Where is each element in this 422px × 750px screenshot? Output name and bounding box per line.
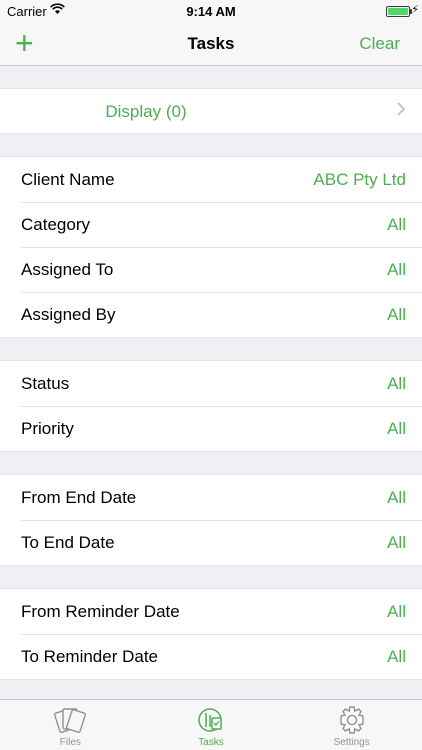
filter-row-category[interactable]: Category All <box>0 202 422 247</box>
tab-tasks[interactable]: Tasks <box>141 700 282 750</box>
filter-label: Client Name <box>21 170 115 189</box>
status-filter-group: Status All Priority All <box>0 360 422 452</box>
filter-row-assigned-by[interactable]: Assigned By All <box>0 292 422 337</box>
display-row[interactable]: Display (0) <box>0 89 422 133</box>
tab-label: Settings <box>333 737 370 748</box>
client-filter-group: Client Name ABC Pty Ltd Category All Ass… <box>0 156 422 338</box>
filter-value: All <box>387 215 406 234</box>
end-date-filter-group: From End Date All To End Date All <box>0 474 422 566</box>
filter-value: All <box>387 260 406 279</box>
filter-value: All <box>387 419 406 438</box>
filter-value: All <box>387 374 406 393</box>
filter-row-to-end-date[interactable]: To End Date All <box>0 520 422 565</box>
filter-list: Display (0) Client Name ABC Pty Ltd Cate… <box>0 66 422 699</box>
battery-icon <box>386 6 410 17</box>
filter-label: From End Date <box>21 488 137 507</box>
filter-label: Category <box>21 215 90 234</box>
tab-label: Tasks <box>198 737 224 748</box>
filter-value: All <box>387 533 406 552</box>
filter-label: Assigned To <box>21 260 114 279</box>
filter-value: All <box>387 488 406 507</box>
tab-bar: Files Tasks Settings <box>0 699 422 750</box>
filter-row-to-reminder-date[interactable]: To Reminder Date All <box>0 634 422 679</box>
display-group: Display (0) <box>0 88 422 134</box>
files-icon <box>53 705 87 740</box>
filter-value: ABC Pty Ltd <box>313 170 406 189</box>
filter-row-from-end-date[interactable]: From End Date All <box>0 475 422 520</box>
nav-bar: + Tasks Clear <box>0 22 422 66</box>
filter-label: To Reminder Date <box>21 647 159 666</box>
filter-row-assigned-to[interactable]: Assigned To All <box>0 247 422 292</box>
filter-label: To End Date <box>21 533 115 552</box>
filter-label: Priority <box>21 419 74 438</box>
filter-row-from-reminder-date[interactable]: From Reminder Date All <box>0 589 422 634</box>
reminder-date-filter-group: From Reminder Date All To Reminder Date … <box>0 588 422 680</box>
filter-row-status[interactable]: Status All <box>0 361 422 406</box>
gear-icon <box>337 705 367 740</box>
filter-value: All <box>387 602 406 621</box>
tab-settings[interactable]: Settings <box>281 700 422 750</box>
display-label: Display (0) <box>105 102 187 121</box>
filter-row-client-name[interactable]: Client Name ABC Pty Ltd <box>0 157 422 202</box>
clock-label: 9:14 AM <box>186 4 236 19</box>
filter-label: Assigned By <box>21 305 116 324</box>
status-bar: Carrier 9:14 AM ⚡ <box>0 0 422 22</box>
chevron-right-icon <box>396 101 406 122</box>
charging-icon: ⚡ <box>411 4 419 16</box>
tasks-icon <box>196 705 226 740</box>
tab-label: Files <box>59 737 81 748</box>
filter-value: All <box>387 647 406 666</box>
clear-button[interactable]: Clear <box>359 34 400 54</box>
filter-row-priority[interactable]: Priority All <box>0 406 422 451</box>
filter-label: Status <box>21 374 70 393</box>
filter-value: All <box>387 305 406 324</box>
filter-label: From Reminder Date <box>21 602 180 621</box>
tab-files[interactable]: Files <box>0 700 141 750</box>
